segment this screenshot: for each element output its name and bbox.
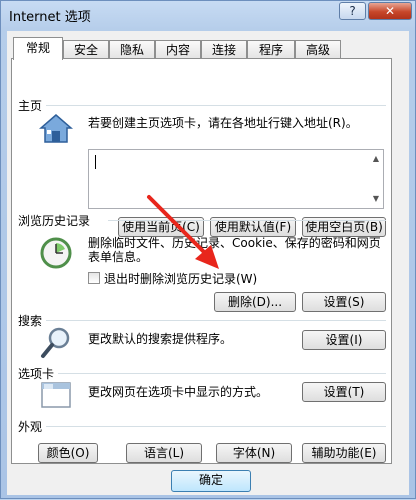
title-bar[interactable]: Internet 选项 ? ✕: [1, 1, 415, 27]
history-divider: [108, 220, 386, 221]
tabs-settings-button[interactable]: 设置(T): [302, 382, 386, 402]
ok-button[interactable]: 确定: [171, 470, 251, 492]
fonts-button[interactable]: 字体(N): [216, 443, 292, 463]
history-group-title: 浏览历史记录: [18, 214, 91, 228]
window-title: Internet 选项: [9, 10, 91, 25]
tab-security[interactable]: 安全: [63, 40, 109, 59]
tab-privacy[interactable]: 隐私: [109, 40, 155, 59]
homepage-divider: [46, 105, 386, 106]
languages-button[interactable]: 语言(L): [126, 443, 202, 463]
appearance-group-title: 外观: [18, 420, 43, 434]
tabs-divider: [58, 373, 386, 374]
home-icon: [38, 114, 74, 143]
scroll-down-icon[interactable]: ▼: [371, 194, 381, 204]
delete-on-exit-label[interactable]: 退出时删除浏览历史记录(W): [104, 270, 257, 287]
tabs-description: 更改网页在选项卡中显示的方式。: [88, 385, 269, 399]
search-divider: [46, 320, 386, 321]
dialog-button-bar: 确定: [7, 467, 409, 495]
homepage-description: 若要创建主页选项卡，请在各地址行键入地址(R)。: [88, 116, 358, 130]
delete-history-button[interactable]: 删除(D)...: [214, 292, 296, 312]
colors-button[interactable]: 颜色(O): [38, 443, 98, 463]
homepage-address-input[interactable]: ▲ ▼: [88, 149, 384, 209]
delete-on-exit-checkbox[interactable]: [88, 272, 100, 284]
history-description-line2: 表单信息。: [88, 250, 149, 264]
help-button[interactable]: ?: [339, 2, 366, 20]
search-description: 更改默认的搜索提供程序。: [88, 332, 233, 346]
tab-general[interactable]: 常规: [13, 37, 63, 60]
history-settings-button[interactable]: 设置(S): [302, 292, 386, 312]
general-tab-panel: 主页 若要创建主页选项卡，请在各地址行键入地址(R)。 ▲ ▼ 使用当前页(C)…: [11, 58, 392, 464]
tabbed-window-icon: [41, 382, 71, 408]
tab-advanced[interactable]: 高级: [295, 40, 341, 59]
tab-content[interactable]: 内容: [155, 40, 201, 59]
dialog-client-area: 常规 安全 隐私 内容 连接 程序 高级 主页 若要创建主页选项卡，请在各地址行…: [7, 31, 409, 495]
accessibility-button[interactable]: 辅助功能(E): [302, 443, 386, 463]
search-settings-button[interactable]: 设置(I): [302, 330, 386, 350]
scroll-up-icon[interactable]: ▲: [371, 154, 381, 164]
history-clock-icon: [40, 237, 72, 269]
close-button[interactable]: ✕: [368, 2, 412, 20]
tab-connections[interactable]: 连接: [201, 40, 247, 59]
internet-options-window: Internet 选项 ? ✕ 常规 安全 隐私 内容 连接 程序 高级 主页 …: [0, 0, 416, 499]
text-caret: [95, 155, 96, 169]
magnifier-icon: [41, 327, 70, 358]
tab-programs[interactable]: 程序: [247, 40, 295, 59]
appearance-divider: [46, 426, 386, 427]
